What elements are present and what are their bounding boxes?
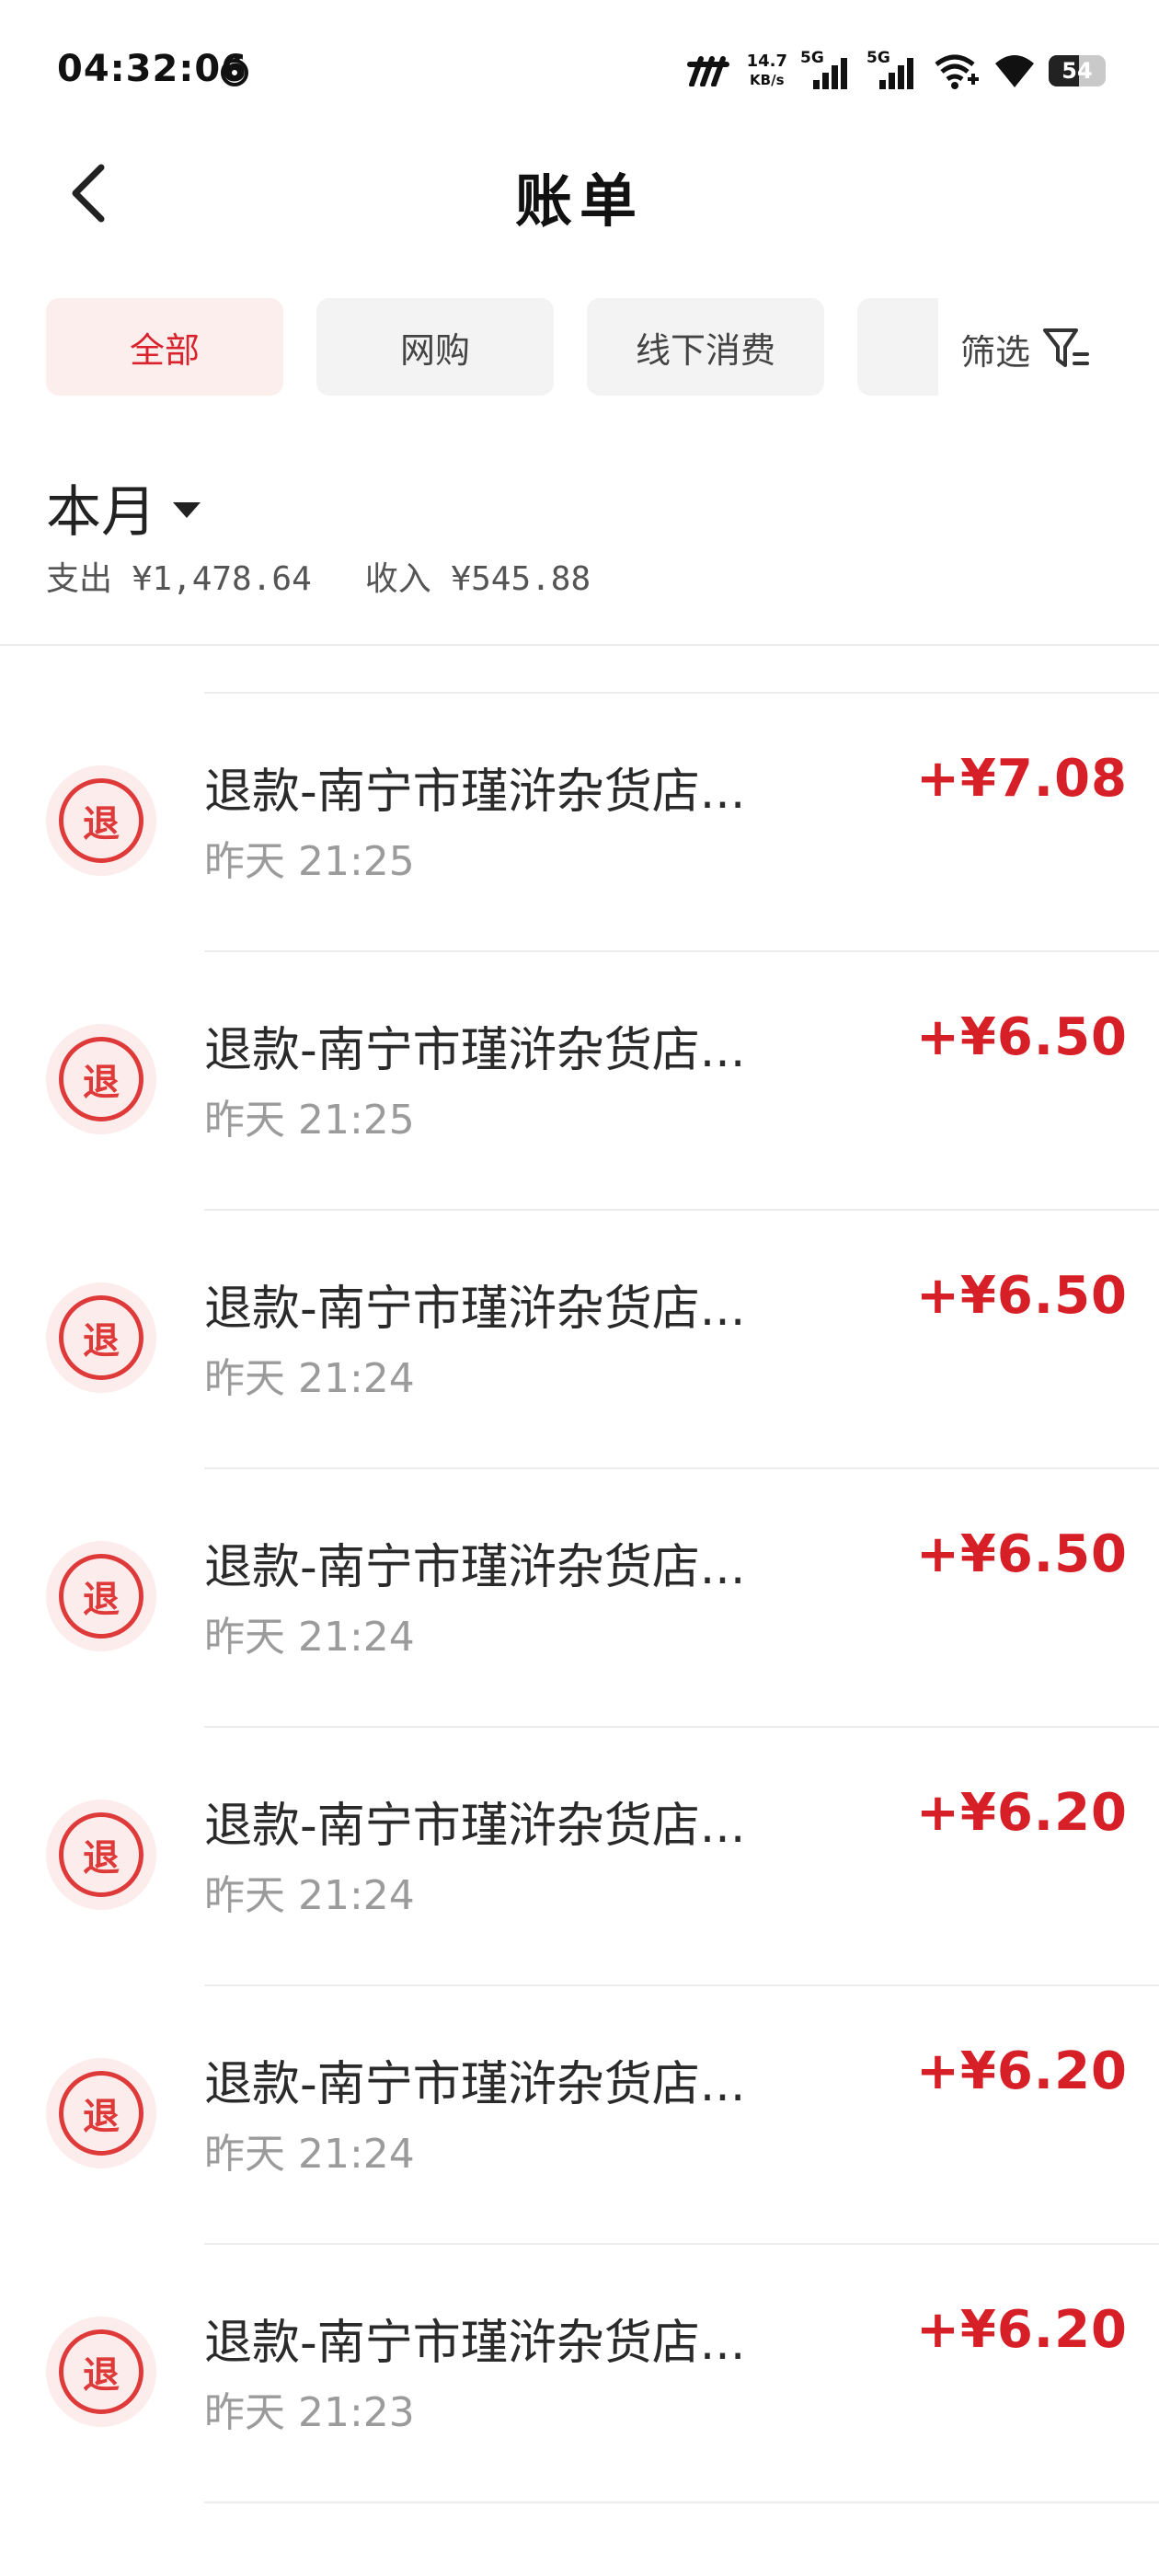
transaction-amount: +¥6.20 (915, 1783, 1128, 1843)
refund-icon: 退 (46, 1800, 156, 1910)
transaction-row[interactable]: 退 退款-南宁市瑾浒杂货店... 昨天 21:24 +¥6.20 (0, 1726, 1159, 1984)
transaction-amount: +¥6.50 (915, 1524, 1128, 1584)
divider (204, 1726, 1159, 1728)
transaction-title: 退款-南宁市瑾浒杂货店... (204, 1023, 746, 1078)
refund-icon: 退 (46, 765, 156, 876)
network-speed-unit: KB/s (750, 72, 785, 88)
refund-icon: 退 (46, 1024, 156, 1134)
income-total: 收入 ¥545.88 (364, 560, 591, 598)
sim1-label: 5G (800, 49, 824, 67)
transaction-row[interactable]: 退 退款-南宁市瑾浒杂货店... 昨天 21:23 +¥6.20 (0, 2243, 1159, 2501)
refund-icon-label: 退 (59, 2329, 143, 2414)
tab-more[interactable] (857, 298, 938, 396)
filter-label: 筛选 (960, 331, 1031, 373)
transaction-time: 昨天 21:23 (204, 2389, 415, 2436)
divider (204, 692, 1159, 694)
transaction-title: 退款-南宁市瑾浒杂货店... (204, 1540, 746, 1595)
transaction-title: 退款-南宁市瑾浒杂货店... (204, 2316, 746, 2371)
transaction-row[interactable]: 退 退款-南宁市瑾浒杂货店... 昨天 21:25 +¥6.50 (0, 950, 1159, 1209)
refund-icon-label: 退 (59, 1037, 143, 1121)
network-speed: 14.7 KB/s (747, 52, 787, 89)
sim1-signal-icon: 5G (800, 49, 854, 91)
transaction-amount: +¥6.20 (915, 2300, 1128, 2360)
divider (204, 1209, 1159, 1211)
refund-icon: 退 (46, 2058, 156, 2168)
transaction-row-partial[interactable] (0, 2501, 1159, 2557)
category-tabs: 全部 网购 线下消费 (46, 298, 938, 396)
status-icons: 14.7 KB/s 5G 5G 54 (686, 44, 1106, 98)
transaction-time: 昨天 21:24 (204, 1355, 415, 1402)
transaction-time: 昨天 21:24 (204, 1614, 415, 1661)
transaction-title: 退款-南宁市瑾浒杂货店... (204, 1282, 746, 1337)
divider (204, 1984, 1159, 1986)
transaction-row[interactable]: 退 退款-南宁市瑾浒杂货店... 昨天 21:25 +¥7.08 (0, 692, 1159, 950)
refund-icon: 退 (46, 1282, 156, 1393)
battery-level: 54 (1061, 58, 1093, 84)
refund-icon-label: 退 (59, 1812, 143, 1897)
expense-total: 支出 ¥1,478.64 (46, 560, 312, 598)
transaction-title: 退款-南宁市瑾浒杂货店... (204, 1799, 746, 1854)
transaction-title: 退款-南宁市瑾浒杂货店... (204, 765, 746, 820)
transaction-row[interactable]: 退 退款-南宁市瑾浒杂货店... 昨天 21:24 +¥6.20 (0, 1984, 1159, 2243)
transaction-time: 昨天 21:25 (204, 1097, 415, 1144)
divider (204, 1467, 1159, 1469)
battery-icon: 54 (1049, 55, 1106, 86)
tab-offline-spending[interactable]: 线下消费 (587, 298, 824, 396)
refund-icon-label: 退 (59, 1554, 143, 1639)
transaction-row[interactable]: 退 退款-南宁市瑾浒杂货店... 昨天 21:24 +¥6.50 (0, 1209, 1159, 1467)
wifi-plus-icon (935, 54, 979, 89)
transaction-amount: +¥6.20 (915, 2041, 1128, 2101)
status-bar: 04:32:06 14.7 KB/s 5G 5G 54 (0, 0, 1159, 138)
tab-online-shopping[interactable]: 网购 (316, 298, 554, 396)
transaction-amount: +¥7.08 (915, 749, 1128, 809)
filter-button[interactable]: 筛选 (960, 316, 1093, 381)
refund-icon: 退 (46, 2317, 156, 2427)
sim2-signal-icon: 5G (866, 49, 920, 91)
refund-icon: 退 (46, 1541, 156, 1651)
refund-icon-label: 退 (59, 778, 143, 863)
tab-all[interactable]: 全部 (46, 298, 283, 396)
transaction-amount: +¥6.50 (915, 1266, 1128, 1326)
funnel-icon (1043, 328, 1090, 367)
transaction-time: 昨天 21:24 (204, 1872, 415, 1919)
transaction-time: 昨天 21:24 (204, 2131, 415, 2178)
month-selector[interactable]: 本月 (46, 467, 201, 547)
divider (204, 2243, 1159, 2245)
caret-down-icon (173, 502, 201, 518)
vibrate-icon (686, 56, 729, 86)
divider (0, 644, 1159, 646)
refund-icon-label: 退 (59, 1295, 143, 1380)
month-label: 本月 (46, 480, 156, 545)
transaction-amount: +¥6.50 (915, 1007, 1128, 1067)
refund-icon-label: 退 (59, 2071, 143, 2156)
month-summary: 支出 ¥1,478.64 收入 ¥545.88 (46, 552, 591, 600)
transaction-time: 昨天 21:25 (204, 838, 415, 885)
transaction-row[interactable]: 退 退款-南宁市瑾浒杂货店... 昨天 21:24 +¥6.50 (0, 1467, 1159, 1726)
wifi-icon (995, 55, 1034, 87)
transaction-list: 退 退款-南宁市瑾浒杂货店... 昨天 21:25 +¥7.08 退 退款-南宁… (0, 692, 1159, 2557)
sim2-label: 5G (866, 49, 890, 67)
network-speed-value: 14.7 (746, 52, 787, 71)
transaction-title: 退款-南宁市瑾浒杂货店... (204, 2057, 746, 2112)
page-title: 账单 (514, 167, 644, 235)
app-notification-icon (221, 54, 248, 86)
divider (204, 950, 1159, 952)
divider (204, 2501, 1159, 2503)
